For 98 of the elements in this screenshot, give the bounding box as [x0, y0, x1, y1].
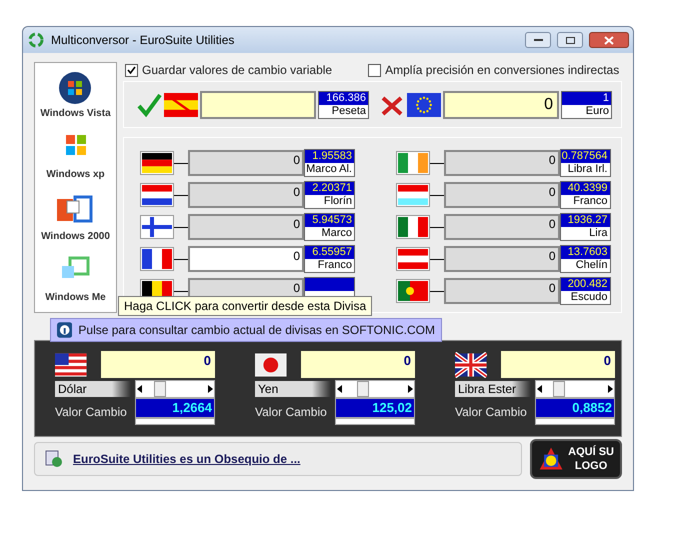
- rate-field[interactable]: 125,02: [335, 398, 415, 418]
- currency-name: Franco: [305, 259, 354, 272]
- rate-label: Valor Cambio: [455, 404, 528, 420]
- rate-field[interactable]: 0,8852: [535, 398, 615, 418]
- banner-text: Pulse para consultar cambio actual de divisas en SOFTONIC.COM: [78, 322, 435, 339]
- right-arrow-icon[interactable]: [406, 384, 414, 394]
- amount-field[interactable]: 0: [444, 278, 560, 304]
- rate-slider[interactable]: [335, 380, 415, 398]
- flag-icon: [164, 92, 198, 117]
- currency-name: Escudo: [560, 291, 610, 304]
- left-arrow-icon[interactable]: [136, 384, 144, 394]
- exchange-rate: 6.55957: [305, 246, 354, 260]
- flag-icon: [142, 217, 172, 238]
- close-button[interactable]: [589, 32, 629, 48]
- currency-name: Franco: [560, 195, 610, 208]
- flag-icon: [142, 153, 172, 174]
- flag-icon: [398, 249, 428, 270]
- exchange-rate: 5.94573: [305, 214, 354, 228]
- currency-label: Libra Ester: [455, 381, 532, 397]
- right-arrow-icon[interactable]: [606, 384, 614, 394]
- minimize-button[interactable]: [525, 32, 551, 48]
- currency-label: Yen: [255, 381, 332, 397]
- amount-field[interactable]: [200, 90, 316, 119]
- checkbox-label: Guardar valores de cambio variable: [142, 62, 332, 79]
- close-icon: [604, 36, 614, 44]
- amount-field[interactable]: 0: [444, 150, 560, 176]
- currency-name: Peseta: [319, 104, 368, 118]
- maximize-button[interactable]: [557, 32, 583, 48]
- logo-caption: Windows Vista: [40, 107, 111, 122]
- slider-thumb[interactable]: [357, 381, 370, 397]
- slider-thumb[interactable]: [553, 381, 566, 397]
- checkmark-icon: [136, 92, 162, 118]
- exchange-rate: 1: [562, 92, 611, 105]
- recycle-icon: [27, 31, 45, 49]
- checkbox[interactable]: [125, 64, 138, 76]
- currency-name: Chelín: [560, 259, 610, 272]
- left-arrow-icon[interactable]: [336, 384, 344, 394]
- logo-button[interactable]: AQUÍ SU LOGO: [530, 439, 622, 479]
- currency-name: Florín: [305, 195, 354, 208]
- exchange-rate: 1936.27: [560, 214, 610, 228]
- exchange-rate: 200.482: [560, 278, 610, 292]
- flag-icon: [142, 249, 172, 270]
- exchange-rate: 2.20371: [305, 182, 354, 196]
- waving-flag-icon: [55, 352, 87, 378]
- exchange-rate: 0.787564: [560, 150, 610, 164]
- currency-label: Dólar: [55, 381, 132, 397]
- flag-icon: [142, 185, 172, 206]
- left-arrow-icon[interactable]: [536, 384, 544, 394]
- amount-field[interactable]: 0: [444, 246, 560, 272]
- tooltip: Haga CLICK para convertir desde esta Divisa: [118, 296, 372, 316]
- amount-field[interactable]: 0: [500, 351, 615, 378]
- flag-icon: [398, 153, 428, 174]
- amount-field[interactable]: 0: [188, 246, 304, 272]
- amount-field[interactable]: 0: [188, 150, 304, 176]
- logo-caption: Windows xp: [46, 168, 105, 182]
- slider-thumb[interactable]: [154, 381, 166, 397]
- amount-field[interactable]: 0: [444, 214, 560, 240]
- rate-label: Valor Cambio: [255, 404, 328, 420]
- rate-slider[interactable]: [535, 380, 615, 398]
- logo-caption: Windows 2000: [41, 230, 110, 244]
- flag-icon: [398, 185, 428, 206]
- scroll-bar[interactable]: [335, 418, 415, 425]
- logo-caption: Windows Me: [45, 290, 106, 305]
- scroll-bar[interactable]: [535, 418, 615, 425]
- flag-icon: [398, 217, 428, 238]
- waving-flag-icon: [255, 352, 287, 378]
- rate-slider[interactable]: [135, 380, 215, 398]
- globe-page-icon: [45, 450, 63, 468]
- waving-flag-icon: [455, 352, 487, 378]
- rate-label: Valor Cambio: [55, 404, 128, 420]
- info-link[interactable]: EuroSuite Utilities es un Obsequio de ...: [73, 450, 300, 468]
- amount-field[interactable]: 0: [188, 182, 304, 208]
- checkbox[interactable]: [368, 64, 382, 76]
- exchange-rate: 166.386: [319, 92, 368, 105]
- currency-name: Libra Irl.: [560, 163, 610, 176]
- currency-name: Marco: [305, 227, 354, 240]
- amount-field[interactable]: 0: [100, 351, 215, 378]
- scroll-bar[interactable]: [135, 418, 215, 425]
- currency-name: Lira: [560, 227, 610, 240]
- amount-field[interactable]: 0: [188, 214, 304, 240]
- exchange-rate: 40.3399: [560, 182, 610, 196]
- flag-icon: [407, 92, 441, 117]
- currency-name: Marco Al.: [305, 163, 354, 176]
- exchange-rate: 1.95583: [305, 150, 354, 164]
- exchange-rate: 13.7603: [560, 246, 610, 260]
- amount-field[interactable]: 0: [443, 90, 559, 119]
- window-title: Multiconversor - EuroSuite Utilities: [51, 32, 236, 49]
- softonic-banner[interactable]: Pulse para consultar cambio actual de divisas en SOFTONIC.COM: [50, 318, 442, 342]
- logo-text: LOGO: [574, 459, 608, 473]
- right-arrow-icon[interactable]: [206, 384, 214, 394]
- amount-field[interactable]: 0: [444, 182, 560, 208]
- rate-field[interactable]: 1,2664: [135, 398, 215, 418]
- info-icon: [57, 322, 72, 338]
- checkbox-label: Amplía precisión en conversiones indirectas: [385, 62, 620, 79]
- logo-text: AQUÍ SU: [568, 445, 614, 459]
- currency-name: Euro: [562, 104, 611, 118]
- flag-icon: [398, 281, 428, 302]
- amount-field[interactable]: 0: [300, 351, 415, 378]
